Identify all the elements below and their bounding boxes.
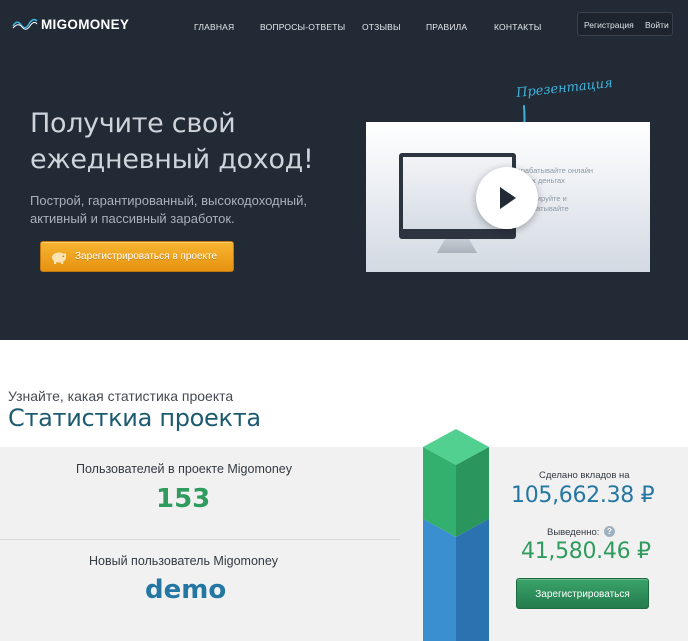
register-button-label: Зарегистрироваться xyxy=(535,589,630,600)
nav-item-home[interactable]: ГЛАВНАЯ xyxy=(194,22,234,32)
stats-divider xyxy=(0,539,400,540)
logo-text: MIGOMONEY xyxy=(41,16,130,32)
withdrawn-label: Выведенно: xyxy=(547,527,600,538)
users-count-value: 153 xyxy=(156,484,211,514)
presentation-label: Презентация xyxy=(515,75,614,101)
logo[interactable]: MIGOMONEY xyxy=(12,14,129,34)
hero-subtitle: Построй, гарантированный, высокодоходный… xyxy=(30,193,308,226)
nav-item-contacts[interactable]: КОНТАКТЫ xyxy=(494,22,541,32)
nav-item-faq[interactable]: ВОПРОСЫ-ОТВЕТЫ xyxy=(260,22,345,32)
presentation-video[interactable]: Зарабатывайте онлайн своих деньгах Инвес… xyxy=(366,122,650,272)
deposits-value: 105,662.38 ₽ xyxy=(511,483,655,508)
hero-register-button-label: Зарегистрироваться в проекте xyxy=(75,251,218,262)
hero-title: Получите свой ежедневный доход! xyxy=(30,108,314,175)
monitor-stand xyxy=(437,239,477,253)
nav-item-rules[interactable]: ПРАВИЛА xyxy=(426,22,467,32)
register-button[interactable]: Зарегистрироваться xyxy=(516,578,649,609)
logo-wave-icon xyxy=(12,18,38,30)
stats-title: Статисткиа проекта xyxy=(8,404,261,432)
new-user-label: Новый пользователь Migomoney xyxy=(89,554,279,568)
users-count-label: Пользователей в проекте Migomoney xyxy=(76,462,292,476)
deposits-label: Сделано вкладов на xyxy=(539,470,630,481)
play-icon xyxy=(500,187,516,209)
login-link[interactable]: Войти xyxy=(645,20,669,30)
stats-cube-graphic xyxy=(423,429,489,641)
withdrawn-value: 41,580.46 ₽ xyxy=(521,539,651,564)
piggy-bank-icon xyxy=(52,252,67,264)
help-icon[interactable]: ? xyxy=(604,526,615,537)
register-link[interactable]: Регистрация xyxy=(584,20,634,30)
hero-register-button[interactable]: Зарегистрироваться в проекте xyxy=(40,241,234,272)
play-button[interactable] xyxy=(476,167,538,229)
auth-links: Регистрация Войти xyxy=(577,12,673,36)
nav-item-reviews[interactable]: ОТЗЫВЫ xyxy=(362,22,401,32)
top-navigation-bar: MIGOMONEY ГЛАВНАЯ ВОПРОСЫ-ОТВЕТЫ ОТЗЫВЫ … xyxy=(0,0,688,52)
hero-section: Получите свой ежедневный доход! Построй,… xyxy=(0,52,688,340)
new-user-value: demo xyxy=(145,575,227,605)
stats-kicker: Узнайте, какая статистика проекта xyxy=(8,388,234,404)
